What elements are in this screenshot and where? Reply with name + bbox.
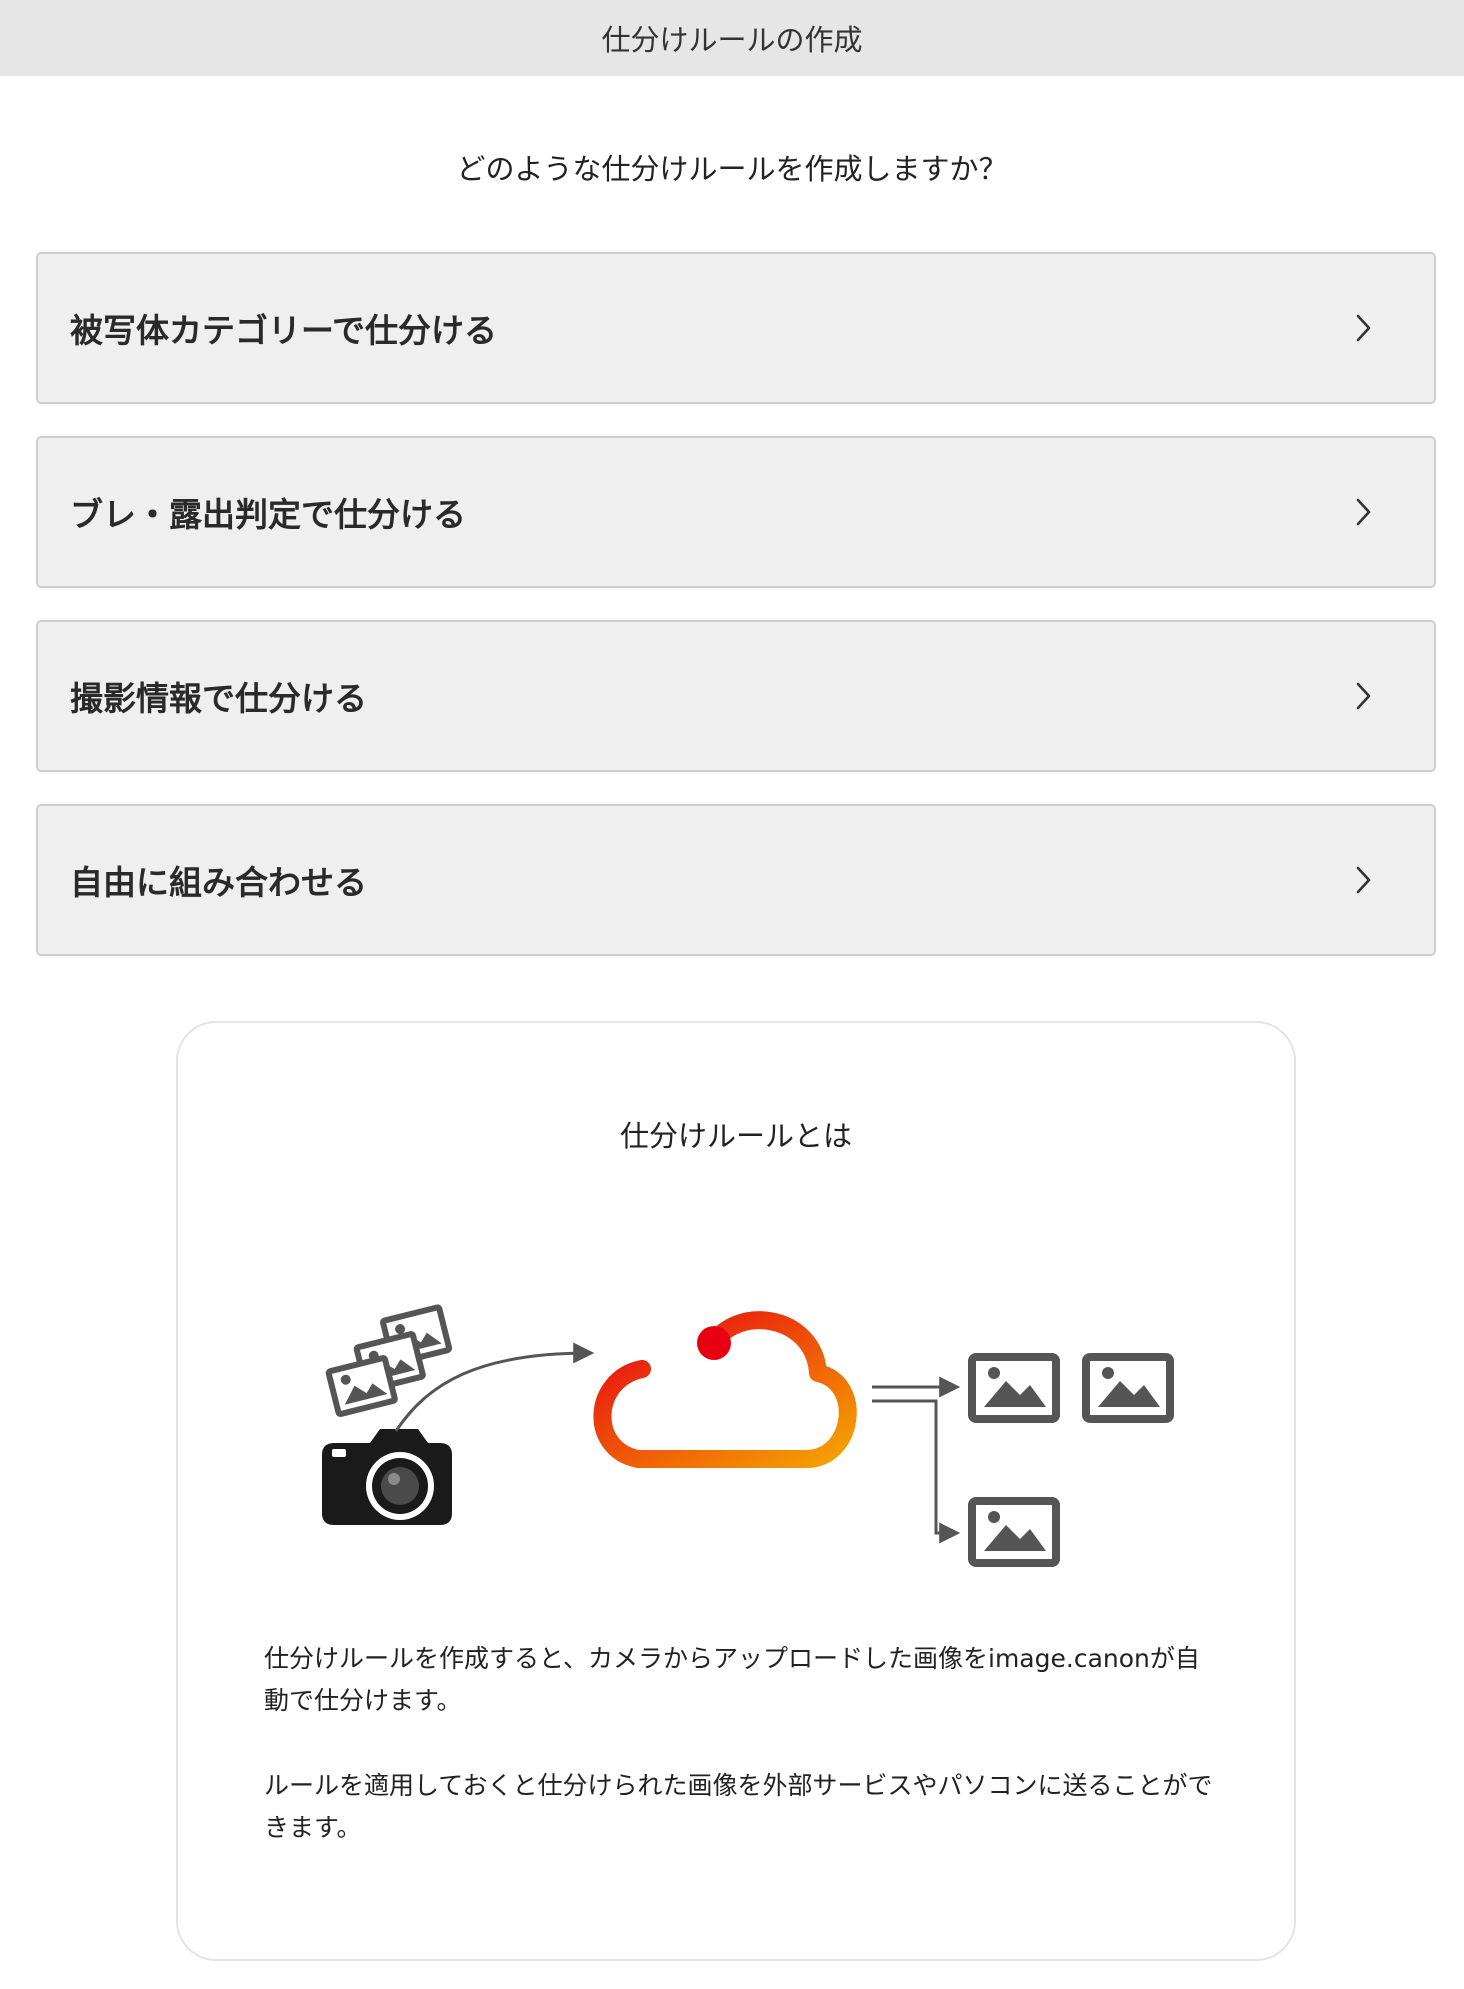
option-shooting-info[interactable]: 撮影情報で仕分ける xyxy=(36,620,1436,772)
option-label: 被写体カテゴリーで仕分ける xyxy=(70,311,498,350)
image-icon xyxy=(1082,1353,1174,1423)
option-label: 自由に組み合わせる xyxy=(70,863,367,902)
option-blur-exposure[interactable]: ブレ・露出判定で仕分ける xyxy=(36,436,1436,588)
chevron-right-icon xyxy=(1356,682,1371,710)
info-paragraph-2: ルールを適用しておくと仕分けられた画像を外部サービスやパソコンに送ることができま… xyxy=(264,1771,1213,1842)
option-label: 撮影情報で仕分ける xyxy=(70,679,367,718)
cloud-icon xyxy=(593,1311,857,1468)
question-text: どのような仕分けルールを作成しますか？ xyxy=(456,152,1008,186)
page-title: 仕分けルールの作成 xyxy=(601,23,863,57)
header-bar: 仕分けルールの作成 xyxy=(0,0,1464,76)
info-card: 仕分けルールとは 仕分けルールを作成すると、カメラからアップロードした画像をim… xyxy=(176,1021,1296,1961)
photos-stack-icon xyxy=(325,1304,453,1417)
distribution-arrows xyxy=(872,1376,961,1544)
option-free-combination[interactable]: 自由に組み合わせる xyxy=(36,804,1436,956)
camera-icon xyxy=(322,1429,452,1525)
chevron-right-icon xyxy=(1356,866,1371,894)
info-title: 仕分けルールとは xyxy=(619,1119,852,1153)
image-icon xyxy=(968,1353,1060,1423)
sorting-illustration xyxy=(322,1304,1174,1567)
option-label: ブレ・露出判定で仕分ける xyxy=(70,495,466,534)
upload-arrow xyxy=(394,1342,595,1432)
option-subject-category[interactable]: 被写体カテゴリーで仕分ける xyxy=(36,252,1436,404)
info-paragraph-1: 仕分けルールを作成すると、カメラからアップロードした画像をimage.canon… xyxy=(264,1644,1200,1715)
chevron-right-icon xyxy=(1356,314,1371,342)
chevron-right-icon xyxy=(1356,498,1371,526)
image-icon xyxy=(968,1497,1060,1567)
